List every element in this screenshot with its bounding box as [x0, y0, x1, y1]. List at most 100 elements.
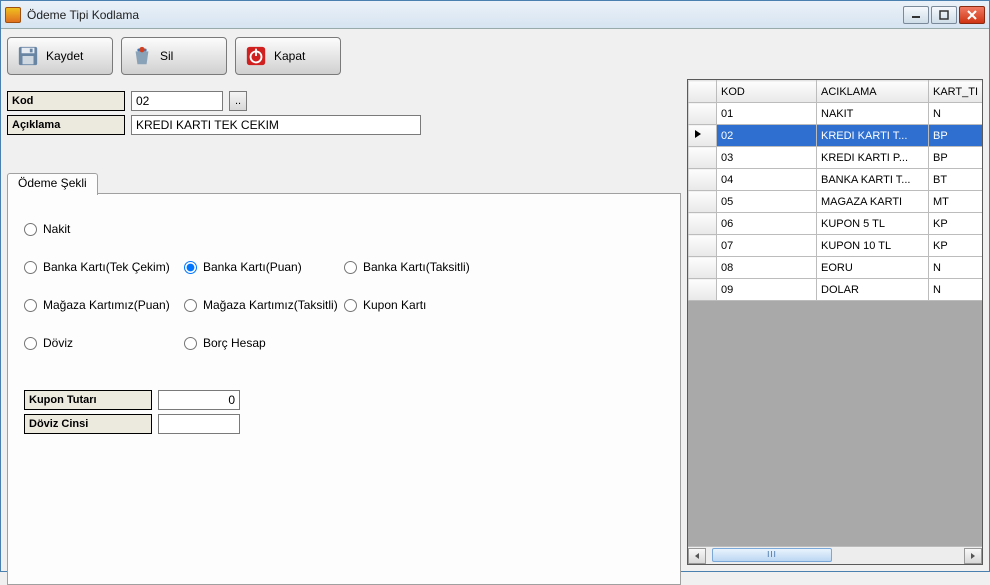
cell-kart[interactable]: KP: [929, 235, 983, 257]
cell-kod[interactable]: 05: [717, 191, 817, 213]
cell-kod[interactable]: 09: [717, 279, 817, 301]
radio-banka-puan[interactable]: Banka Kartı(Puan): [184, 260, 344, 274]
cell-kart[interactable]: N: [929, 103, 983, 125]
tab-odeme-sekli[interactable]: Ödeme Şekli: [7, 173, 98, 195]
cell-kod[interactable]: 06: [717, 213, 817, 235]
table-row[interactable]: 04BANKA KARTI T...BT: [689, 169, 983, 191]
table-row[interactable]: 05MAGAZA KARTIMT: [689, 191, 983, 213]
scroll-thumb[interactable]: III: [712, 548, 832, 562]
data-grid[interactable]: KOD ACIKLAMA KART_TI 01NAKITN02KREDI KAR…: [687, 79, 983, 565]
grid-header-selector[interactable]: [689, 81, 717, 103]
row-selector-cell[interactable]: [689, 235, 717, 257]
radio-banka-tek-input[interactable]: [24, 261, 37, 274]
cell-kod[interactable]: 04: [717, 169, 817, 191]
radio-borc[interactable]: Borç Hesap: [184, 336, 344, 350]
cell-kart[interactable]: BT: [929, 169, 983, 191]
table-row[interactable]: 02KREDI KARTI T...BP: [689, 125, 983, 147]
cell-kod[interactable]: 01: [717, 103, 817, 125]
close-app-button-label: Kapat: [274, 49, 305, 63]
kod-input[interactable]: [131, 91, 223, 111]
close-button[interactable]: [959, 6, 985, 24]
grid-header-kart[interactable]: KART_TI: [929, 81, 983, 103]
cell-kart[interactable]: N: [929, 279, 983, 301]
row-selector-cell[interactable]: [689, 279, 717, 301]
grid-header-aciklama[interactable]: ACIKLAMA: [817, 81, 929, 103]
tab-panel: Ödeme Şekli Nakit Banka Kartı(Tek Çekim): [7, 193, 681, 585]
cell-kod[interactable]: 02: [717, 125, 817, 147]
titlebar: Ödeme Tipi Kodlama: [1, 1, 989, 29]
scroll-right-button[interactable]: [964, 548, 982, 564]
radio-banka-tek[interactable]: Banka Kartı(Tek Çekim): [24, 260, 184, 274]
close-app-button[interactable]: Kapat: [235, 37, 341, 75]
kupon-tutar-label: Kupon Tutarı: [24, 390, 152, 410]
kupon-tutar-input[interactable]: [158, 390, 240, 410]
maximize-button[interactable]: [931, 6, 957, 24]
table-row[interactable]: 06KUPON 5 TLKP: [689, 213, 983, 235]
cell-aciklama[interactable]: KREDI KARTI T...: [817, 125, 929, 147]
row-selector-cell[interactable]: [689, 147, 717, 169]
row-selector-cell[interactable]: [689, 213, 717, 235]
cell-kod[interactable]: 08: [717, 257, 817, 279]
payment-type-radios: Nakit Banka Kartı(Tek Çekim) Banka Kartı…: [24, 222, 664, 350]
cell-aciklama[interactable]: DOLAR: [817, 279, 929, 301]
cell-aciklama[interactable]: EORU: [817, 257, 929, 279]
row-selector-cell[interactable]: [689, 103, 717, 125]
app-icon: [5, 7, 21, 23]
cell-aciklama[interactable]: KUPON 5 TL: [817, 213, 929, 235]
cell-aciklama[interactable]: NAKIT: [817, 103, 929, 125]
cell-kod[interactable]: 03: [717, 147, 817, 169]
cell-kart[interactable]: KP: [929, 213, 983, 235]
doviz-cinsi-input[interactable]: [158, 414, 240, 434]
table-row[interactable]: 01NAKITN: [689, 103, 983, 125]
row-selector-cell[interactable]: [689, 191, 717, 213]
aciklama-input[interactable]: [131, 115, 421, 135]
save-button-label: Kaydet: [46, 49, 83, 63]
radio-doviz-input[interactable]: [24, 337, 37, 350]
radio-magaza-taksit-input[interactable]: [184, 299, 197, 312]
kod-label: Kod: [7, 91, 125, 111]
delete-button[interactable]: Sil: [121, 37, 227, 75]
radio-banka-taksit[interactable]: Banka Kartı(Taksitli): [344, 260, 484, 274]
radio-magaza-puan-input[interactable]: [24, 299, 37, 312]
save-icon: [16, 44, 40, 68]
horizontal-scrollbar[interactable]: III: [688, 546, 982, 564]
window-title: Ödeme Tipi Kodlama: [27, 8, 903, 22]
grid-header-kod[interactable]: KOD: [717, 81, 817, 103]
row-selector-cell[interactable]: [689, 125, 717, 147]
cell-kart[interactable]: BP: [929, 125, 983, 147]
save-button[interactable]: Kaydet: [7, 37, 113, 75]
radio-banka-taksit-input[interactable]: [344, 261, 357, 274]
radio-magaza-puan[interactable]: Mağaza Kartımız(Puan): [24, 298, 184, 312]
cell-aciklama[interactable]: KREDI KARTI P...: [817, 147, 929, 169]
scroll-track[interactable]: III: [706, 548, 964, 564]
cell-aciklama[interactable]: MAGAZA KARTI: [817, 191, 929, 213]
radio-borc-input[interactable]: [184, 337, 197, 350]
table-row[interactable]: 09DOLARN: [689, 279, 983, 301]
cell-aciklama[interactable]: KUPON 10 TL: [817, 235, 929, 257]
toolbar: Kaydet Sil Kapat: [7, 35, 681, 85]
radio-kupon[interactable]: Kupon Kartı: [344, 298, 484, 312]
radio-magaza-taksit[interactable]: Mağaza Kartımız(Taksitli): [184, 298, 344, 312]
row-selector-cell[interactable]: [689, 257, 717, 279]
row-selector-cell[interactable]: [689, 169, 717, 191]
cell-aciklama[interactable]: BANKA KARTI T...: [817, 169, 929, 191]
table-row[interactable]: 03KREDI KARTI P...BP: [689, 147, 983, 169]
radio-banka-puan-input[interactable]: [184, 261, 197, 274]
minimize-button[interactable]: [903, 6, 929, 24]
table-row[interactable]: 08EORUN: [689, 257, 983, 279]
cell-kart[interactable]: N: [929, 257, 983, 279]
aciklama-label: Açıklama: [7, 115, 125, 135]
delete-button-label: Sil: [160, 49, 173, 63]
kod-lookup-button[interactable]: ..: [229, 91, 247, 111]
cell-kart[interactable]: BP: [929, 147, 983, 169]
table-row[interactable]: 07KUPON 10 TLKP: [689, 235, 983, 257]
grid-header-row: KOD ACIKLAMA KART_TI: [689, 81, 983, 103]
cell-kart[interactable]: MT: [929, 191, 983, 213]
radio-nakit[interactable]: Nakit: [24, 222, 484, 236]
radio-nakit-input[interactable]: [24, 223, 37, 236]
radio-doviz[interactable]: Döviz: [24, 336, 184, 350]
radio-kupon-input[interactable]: [344, 299, 357, 312]
cell-kod[interactable]: 07: [717, 235, 817, 257]
scroll-left-button[interactable]: [688, 548, 706, 564]
doviz-cinsi-label: Döviz Cinsi: [24, 414, 152, 434]
